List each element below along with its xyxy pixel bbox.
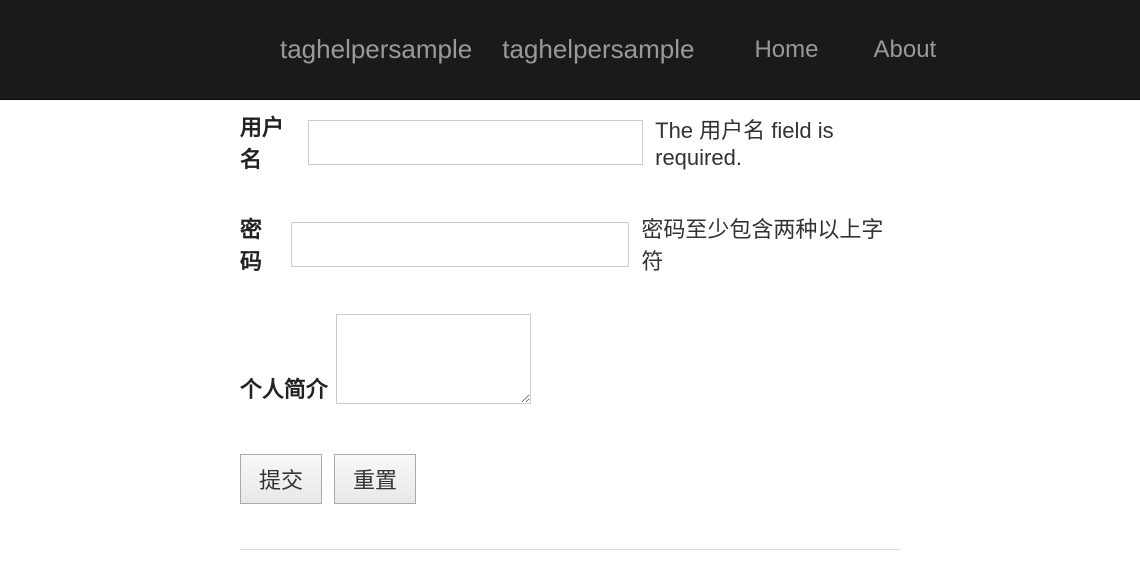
navbar-brand-group: taghelpersample taghelpersample (280, 34, 694, 65)
footer-divider (240, 549, 900, 550)
bio-label: 个人简介 (240, 372, 328, 404)
form-row-bio: 个人简介 (240, 314, 900, 404)
submit-button[interactable]: 提交 (240, 454, 322, 504)
reset-button[interactable]: 重置 (334, 454, 416, 504)
navbar: taghelpersample taghelpersample Home Abo… (0, 0, 1140, 100)
password-label: 密码 (240, 212, 283, 276)
form-row-password: 密码 密码至少包含两种以上字符 (240, 212, 900, 276)
form-row-username: 用户名 The 用户名 field is required. (240, 110, 900, 174)
nav-link-home[interactable]: Home (754, 36, 818, 64)
username-validation: The 用户名 field is required. (655, 113, 900, 171)
nav-link-about[interactable]: About (874, 36, 937, 64)
button-row: 提交 重置 (240, 454, 900, 504)
username-input[interactable] (308, 120, 644, 165)
password-input[interactable] (291, 222, 629, 267)
bio-textarea[interactable] (336, 314, 531, 404)
main-container: 用户名 The 用户名 field is required. 密码 密码至少包含… (0, 100, 1140, 570)
navbar-brand-1[interactable]: taghelpersample (280, 34, 472, 65)
navbar-brand-2[interactable]: taghelpersample (502, 34, 694, 65)
username-label: 用户名 (240, 110, 300, 174)
navbar-nav: Home About (754, 36, 936, 64)
password-validation: 密码至少包含两种以上字符 (641, 212, 900, 276)
